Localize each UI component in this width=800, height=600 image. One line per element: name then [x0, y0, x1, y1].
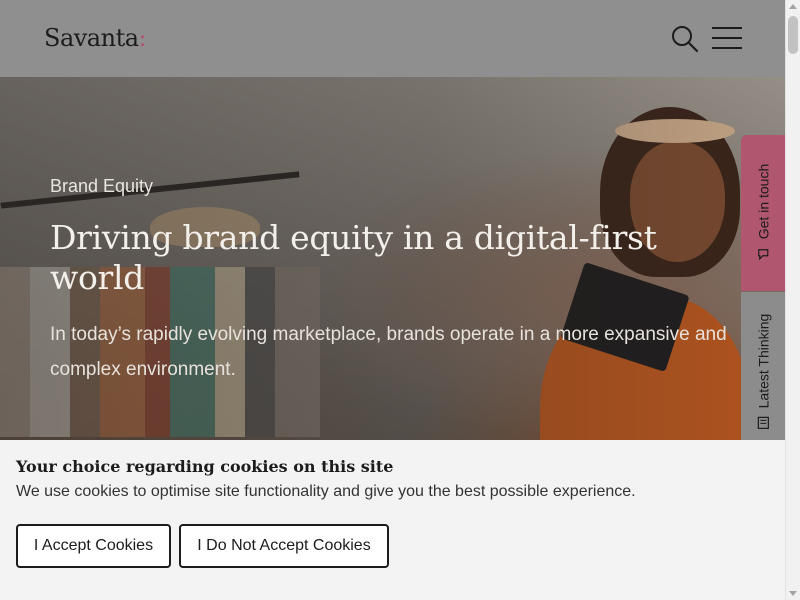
hero-eyebrow: Brand Equity: [50, 176, 154, 196]
accept-cookies-button[interactable]: I Accept Cookies: [16, 524, 171, 568]
decline-cookies-button[interactable]: I Do Not Accept Cookies: [179, 524, 389, 568]
latest-thinking-tab[interactable]: Latest Thinking: [741, 292, 785, 452]
vertical-scrollbar[interactable]: [785, 0, 800, 600]
cookie-banner-title: Your choice regarding cookies on this si…: [16, 457, 394, 476]
cookie-banner: Your choice regarding cookies on this si…: [0, 440, 785, 600]
scroll-down-arrow-icon[interactable]: [789, 591, 797, 596]
document-icon: [757, 416, 769, 432]
hero-subtitle: In today’s rapidly evolving marketplace,…: [50, 324, 727, 381]
chat-bubble-icon: [757, 248, 770, 264]
hero-title: Driving brand equity in a digital-first …: [50, 218, 657, 297]
scrollbar-thumb[interactable]: [788, 16, 798, 54]
logo-text: Savanta: [44, 24, 139, 52]
hamburger-menu-icon[interactable]: [712, 27, 742, 51]
cookie-banner-text: We use cookies to optimise site function…: [16, 483, 636, 500]
get-in-touch-label: Get in touch: [755, 163, 771, 240]
hero-content: Brand Equity Driving brand equity in a d…: [50, 176, 740, 387]
page: Savanta: Brand Equity Driving brand equi…: [0, 0, 785, 600]
scroll-up-arrow-icon[interactable]: [789, 4, 797, 9]
savanta-logo[interactable]: Savanta:: [44, 24, 147, 52]
search-icon[interactable]: [670, 24, 700, 54]
get-in-touch-tab[interactable]: Get in touch: [741, 135, 785, 291]
logo-mark: :: [138, 24, 147, 52]
site-header: Savanta:: [0, 0, 785, 77]
latest-thinking-label: Latest Thinking: [755, 313, 772, 409]
